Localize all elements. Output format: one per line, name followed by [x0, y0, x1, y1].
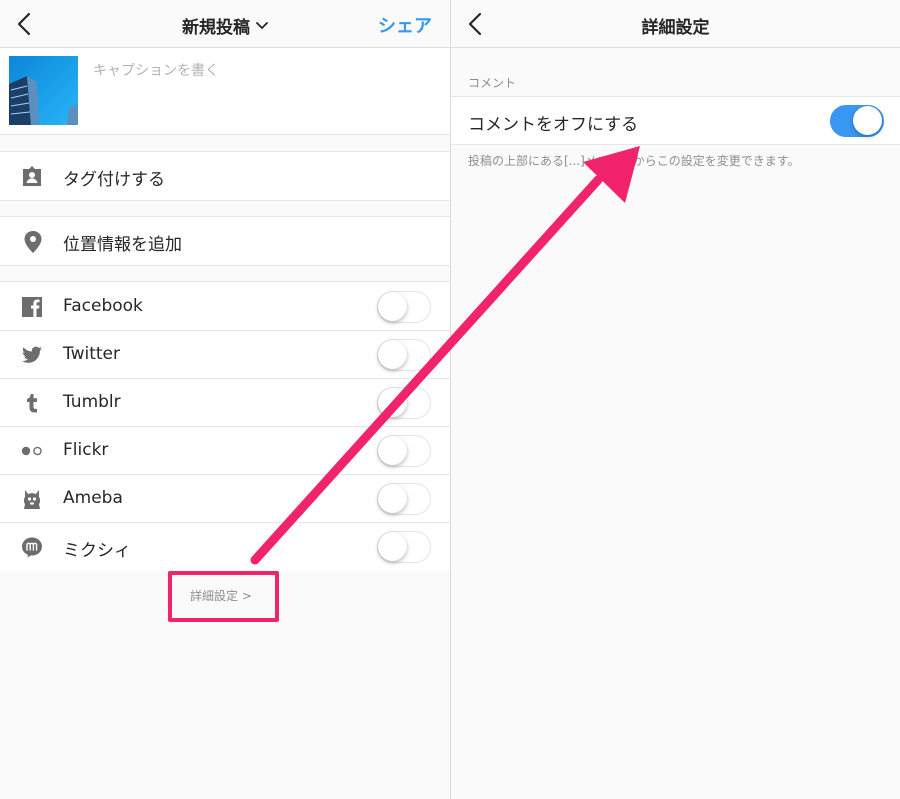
tumblr-toggle[interactable]	[377, 387, 431, 419]
share-services-list: Facebook Twitter Tumblr Flickr Ameba ミクシ…	[0, 281, 450, 571]
add-location-row[interactable]: 位置情報を追加	[0, 216, 450, 266]
share-label: Twitter	[63, 344, 120, 364]
share-label: Flickr	[63, 440, 109, 460]
share-label: Facebook	[63, 296, 143, 316]
share-row-mixi[interactable]: ミクシィ	[0, 523, 450, 571]
advanced-settings-screen: 詳細設定 コメント コメントをオフにする 投稿の上部にある[...]メニューから…	[451, 0, 900, 799]
page-title-text: 新規投稿	[182, 18, 250, 38]
toggle-knob	[378, 292, 407, 321]
page-title: 詳細設定	[641, 18, 710, 38]
share-row-twitter[interactable]: Twitter	[0, 331, 450, 379]
nav-bar: 詳細設定	[451, 0, 900, 48]
caption-area: キャプションを書く	[0, 48, 450, 135]
ameba-toggle[interactable]	[377, 483, 431, 515]
nav-bar: 新規投稿 シェア	[0, 0, 450, 48]
toggle-knob	[378, 388, 407, 417]
toggle-knob	[378, 436, 407, 465]
twitter-icon	[21, 346, 42, 363]
share-row-flickr[interactable]: Flickr	[0, 427, 450, 475]
turn-off-comments-toggle[interactable]	[830, 105, 884, 137]
post-thumbnail[interactable]	[9, 56, 78, 125]
mixi-icon	[22, 537, 42, 558]
share-row-facebook[interactable]: Facebook	[0, 283, 450, 331]
toggle-knob	[378, 340, 407, 369]
ameba-icon	[23, 490, 41, 509]
toggle-knob	[378, 532, 407, 561]
tag-people-label: タグ付けする	[63, 170, 165, 190]
chevron-down-icon	[256, 21, 268, 29]
flickr-icon	[21, 446, 42, 456]
share-button[interactable]: シェア	[378, 12, 432, 38]
share-label: Ameba	[63, 488, 123, 508]
comments-footnote: 投稿の上部にある[...]メニューからこの設定を変更できます。	[468, 154, 800, 168]
share-label: Tumblr	[63, 392, 121, 412]
share-row-tumblr[interactable]: Tumblr	[0, 379, 450, 427]
tag-people-row[interactable]: タグ付けする	[0, 151, 450, 201]
flickr-toggle[interactable]	[377, 435, 431, 467]
turn-off-comments-row[interactable]: コメントをオフにする	[451, 96, 900, 145]
location-pin-icon	[24, 231, 42, 253]
toggle-knob	[853, 106, 882, 135]
share-row-ameba[interactable]: Ameba	[0, 475, 450, 523]
turn-off-comments-label: コメントをオフにする	[468, 115, 639, 135]
facebook-icon	[22, 297, 42, 317]
annotation-highlight-box	[168, 571, 279, 622]
twitter-toggle[interactable]	[377, 339, 431, 371]
tag-person-icon	[23, 166, 41, 186]
facebook-toggle[interactable]	[377, 291, 431, 323]
add-location-label: 位置情報を追加	[63, 235, 182, 255]
tumblr-icon	[27, 394, 37, 413]
caption-input[interactable]: キャプションを書く	[93, 60, 219, 80]
toggle-knob	[378, 484, 407, 513]
new-post-screen: 新規投稿 シェア キャプションを書く タグ付けする 位置情報を追加 Facebo…	[0, 0, 450, 799]
mixi-toggle[interactable]	[377, 531, 431, 563]
share-label: ミクシィ	[63, 541, 131, 561]
section-header-comments: コメント	[468, 76, 517, 90]
